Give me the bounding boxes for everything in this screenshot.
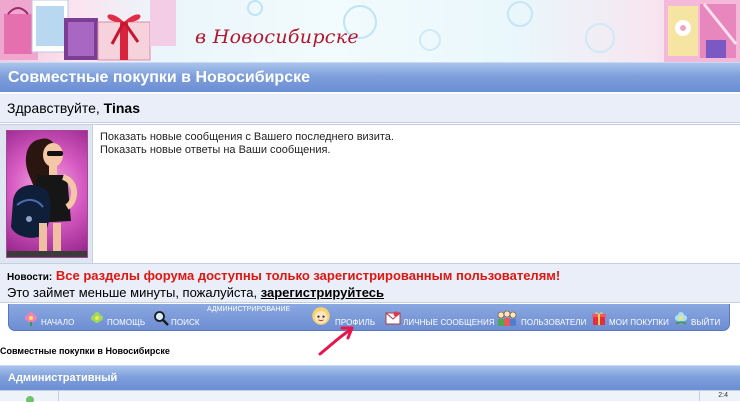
greeting-prefix: Здравствуйте, [7,100,104,116]
forum-row[interactable]: 2:4 [0,390,740,402]
gift-icon [592,312,606,325]
avatar-cell [0,125,93,263]
nav-help-label: ПОМОЩЬ [107,318,146,327]
flower-icon [25,312,37,326]
new-replies-link[interactable]: Показать новые ответы на Ваши сообщения. [100,144,394,157]
nav-help[interactable]: ПОМОЩЬ [89,304,145,330]
news-text: Все разделы форума доступны только зарег… [55,268,561,283]
news-label: Новости: [7,272,53,283]
news-line: Новости: Все разделы форума доступны тол… [7,268,560,283]
news-bar: Новости: Все разделы форума доступны тол… [0,264,740,303]
magnifier-icon [154,311,169,326]
username: Tinas [103,100,140,116]
nav-home[interactable]: НАЧАЛО [23,304,74,330]
register-link[interactable]: зарегистрируйтесь [261,285,384,300]
nav-home-label: НАЧАЛО [41,318,75,327]
main-nav: АДМИНИСТРИРОВАНИЕ НАЧАЛО ПОМОЩЬ ПОИСК ПР… [8,304,730,331]
forum-lastpost-time: 2:4 [718,392,728,399]
breadcrumb[interactable]: Совместные покупки в Новосибирске [0,346,170,356]
panel-links: Показать новые сообщения с Вашего послед… [100,131,394,157]
annotation-arrow-icon [318,326,354,356]
nav-search[interactable]: ПОИСК [153,304,200,330]
users-icon [497,310,517,326]
nav-users-label: ПОЛЬЗОВАТЕЛИ [521,318,587,327]
nav-users[interactable]: ПОЛЬЗОВАТЕЛИ [495,304,586,330]
forum-status-icon [26,396,34,402]
site-title: Совместные покупки в Новосибирске [0,62,740,92]
flower-icon [91,312,103,323]
section-title-administrative[interactable]: Административный [0,365,740,390]
banner-decoration [0,0,740,62]
banner-subtitle: в Новосибирске [195,26,359,48]
nav-admin-link[interactable]: АДМИНИСТРИРОВАНИЕ [207,306,290,313]
register-prefix: Это займет меньше минуты, пожалуйста, [7,285,261,300]
avatar-image [7,138,87,257]
nav-my-purchases-label: МОИ ПОКУПКИ [609,318,669,327]
nav-logout[interactable]: ВЫЙТИ [673,304,720,330]
register-line: Это займет меньше минуты, пожалуйста, за… [7,285,384,300]
user-panel: Показать новые сообщения с Вашего послед… [0,124,740,264]
letter-icon [385,311,401,325]
nav-search-label: ПОИСК [171,318,200,327]
nav-my-purchases[interactable]: МОИ ПОКУПКИ [591,304,669,330]
flower-icon [675,312,687,325]
nav-messages[interactable]: ЛИЧНЫЕ СООБЩЕНИЯ [385,304,495,330]
nav-logout-label: ВЫЙТИ [691,318,721,327]
greeting-bar: Здравствуйте, Tinas [0,94,740,123]
nav-messages-label: ЛИЧНЫЕ СООБЩЕНИЯ [403,318,495,327]
new-posts-link[interactable]: Показать новые сообщения с Вашего послед… [100,131,394,144]
header-banner: в Новосибирске [0,0,740,62]
avatar[interactable] [6,130,88,258]
